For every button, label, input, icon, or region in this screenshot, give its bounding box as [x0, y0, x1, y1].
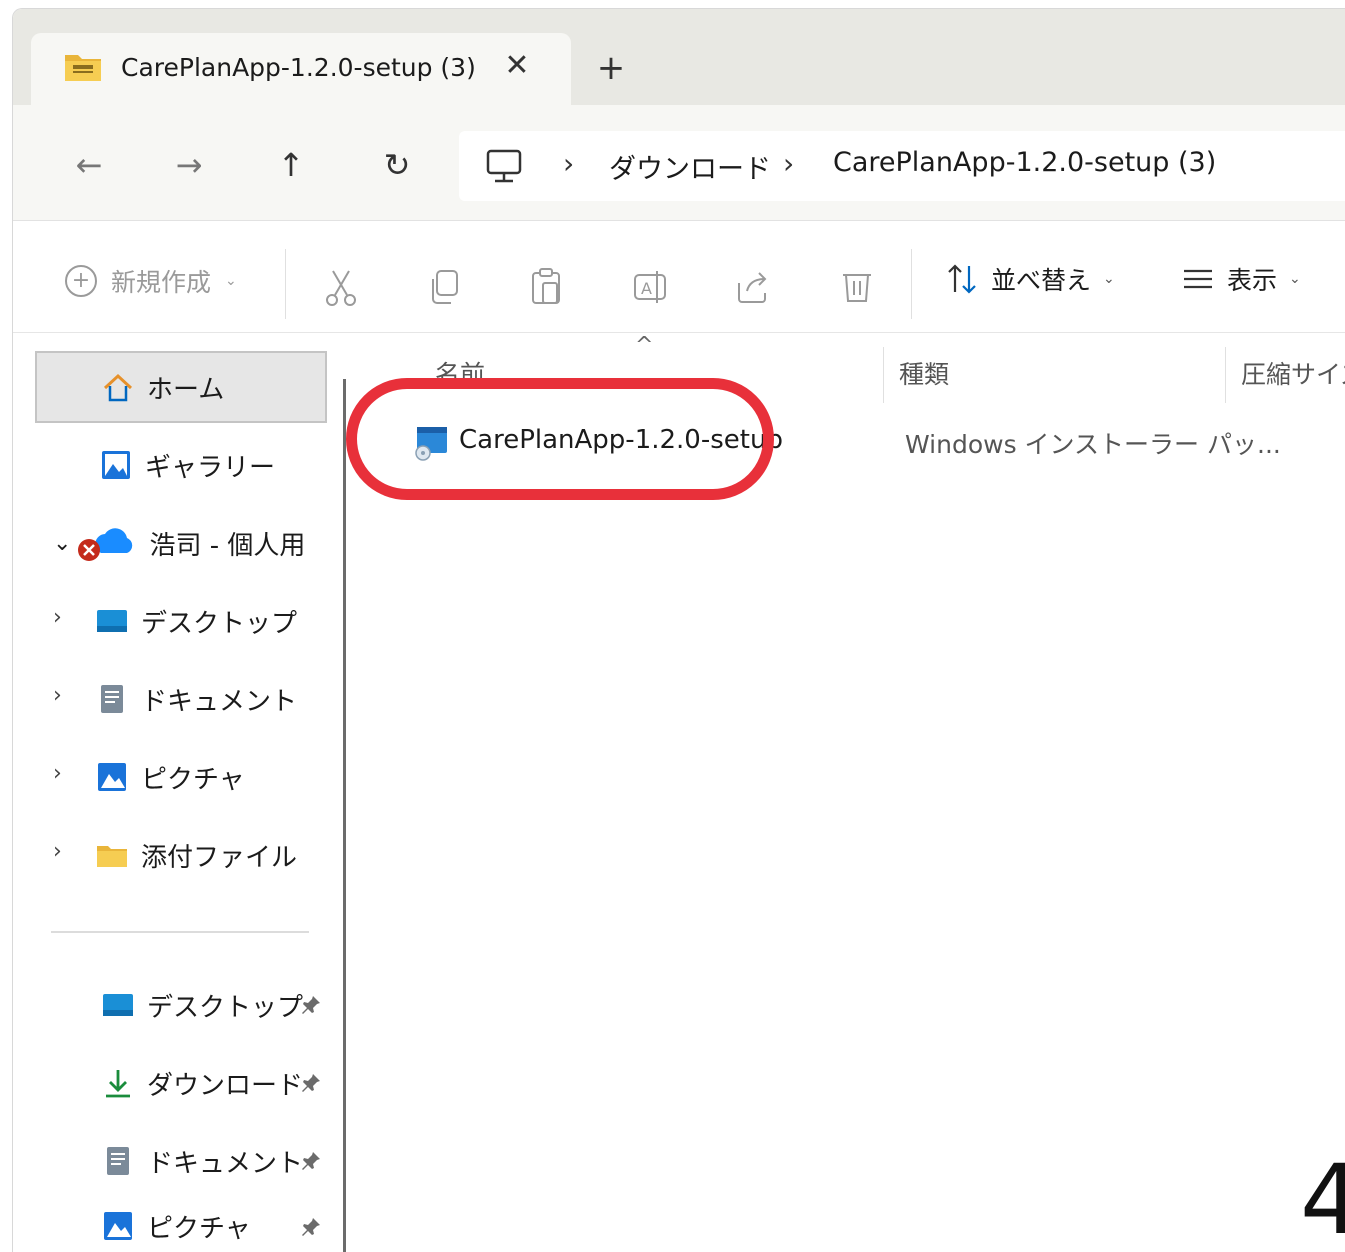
plus-circle-icon: + [65, 265, 97, 297]
gallery-icon [102, 451, 130, 479]
documents-icon [107, 1147, 129, 1175]
pictures-icon [104, 1212, 132, 1240]
quick-access-desktop[interactable]: デスクトップ [35, 969, 327, 1041]
sort-icon [948, 264, 976, 294]
pin-icon[interactable] [299, 1071, 323, 1095]
sidebar-item-documents[interactable]: › ドキュメント [35, 663, 327, 735]
this-pc-icon[interactable] [485, 149, 523, 185]
sort-button[interactable]: 並べ替え ⌄ [945, 261, 1115, 297]
sidebar-item-label: ホーム [147, 374, 225, 405]
quick-access-downloads[interactable]: ダウンロード [35, 1047, 327, 1119]
quick-access-pictures[interactable]: ピクチャ [35, 1199, 327, 1252]
sidebar-item-label: 浩司 - 個人用 [149, 530, 306, 561]
view-button[interactable]: 表示 ⌄ [1181, 261, 1301, 297]
new-tab-button[interactable]: + [591, 45, 631, 91]
sidebar-item-label: 添付ファイル [141, 842, 298, 873]
file-explorer-window: CarePlanApp-1.2.0-setup (3) ✕ + ← → ↑ ↻ … [12, 8, 1345, 1252]
home-icon [103, 373, 133, 402]
pin-icon[interactable] [299, 993, 323, 1017]
rename-icon[interactable]: A [629, 265, 673, 309]
file-row[interactable]: CarePlanApp-1.2.0-setup Windows インストーラー … [357, 411, 1345, 475]
sidebar-item-pictures[interactable]: › ピクチャ [35, 741, 327, 813]
breadcrumb-separator: › [783, 147, 795, 180]
desktop-folder-icon [97, 610, 127, 632]
copy-icon[interactable] [423, 265, 467, 309]
sidebar-item-label: ドキュメント [141, 686, 298, 717]
breadcrumb-current-folder[interactable]: CarePlanApp-1.2.0-setup (3) [833, 147, 1216, 178]
file-name[interactable]: CarePlanApp-1.2.0-setup [459, 425, 783, 455]
share-icon[interactable] [731, 265, 775, 309]
refresh-icon[interactable]: ↻ [373, 141, 421, 189]
divider [911, 249, 912, 319]
command-bar: + 新規作成 ⌄ A 並べ替え ⌄ 表示 ⌄ [13, 221, 1345, 333]
up-arrow-icon[interactable]: ↑ [267, 141, 315, 189]
onedrive-error-icon [78, 528, 133, 561]
cut-icon[interactable] [319, 265, 363, 309]
sidebar-divider [51, 931, 309, 933]
chevron-right-icon[interactable]: › [53, 605, 62, 630]
pane-splitter[interactable] [343, 379, 346, 1252]
forward-arrow-icon[interactable]: → [165, 141, 213, 189]
column-divider[interactable] [1225, 347, 1226, 403]
column-header-compressed-size[interactable]: 圧縮サイズ [1241, 355, 1345, 391]
chevron-down-icon: ⌄ [1103, 271, 1115, 287]
download-arrow-icon [106, 1070, 130, 1098]
column-divider[interactable] [883, 347, 884, 403]
new-button[interactable]: + 新規作成 ⌄ [65, 263, 237, 299]
sidebar-item-label: ダウンロード [147, 1070, 304, 1101]
sidebar-item-label: ピクチャ [147, 1213, 251, 1244]
quick-access-documents[interactable]: ドキュメント [35, 1125, 327, 1197]
new-label: 新規作成 [111, 268, 212, 297]
tab-title: CarePlanApp-1.2.0-setup (3) [121, 53, 476, 82]
view-label: 表示 [1227, 266, 1278, 295]
sidebar-item-gallery[interactable]: ギャラリー [35, 429, 327, 501]
close-icon[interactable]: ✕ [499, 45, 535, 85]
chevron-right-icon[interactable]: › [53, 683, 62, 708]
back-arrow-icon[interactable]: ← [65, 141, 113, 189]
divider [285, 249, 286, 319]
tab-careplanapp[interactable]: CarePlanApp-1.2.0-setup (3) ✕ [31, 33, 571, 105]
sidebar-item-label: ギャラリー [145, 452, 276, 483]
column-header-type[interactable]: 種類 [899, 355, 949, 391]
chevron-down-icon: ⌄ [225, 273, 237, 289]
sort-label: 並べ替え [991, 266, 1092, 295]
address-bar[interactable]: › ダウンロード › CarePlanApp-1.2.0-setup (3) [459, 131, 1345, 201]
sidebar-item-label: デスクトップ [141, 608, 298, 639]
breadcrumb-separator: › [563, 147, 575, 180]
zip-folder-icon [65, 55, 101, 81]
sidebar-item-label: デスクトップ [147, 992, 304, 1023]
title-bar: CarePlanApp-1.2.0-setup (3) ✕ + [13, 9, 1345, 105]
pin-icon[interactable] [299, 1215, 323, 1239]
file-type: Windows インストーラー パッ... [905, 430, 1281, 459]
file-list: ^ 名前 種類 圧縮サイズ CarePlanApp-1.2.0-setup Wi… [349, 333, 1345, 1252]
navigation-pane: ホーム ギャラリー ⌄ 浩司 - 個人用 › デスクトップ › ドキュメント ›… [13, 333, 343, 1252]
installer-package-icon [415, 427, 447, 461]
view-lines-icon [1184, 269, 1212, 289]
sidebar-item-desktop[interactable]: › デスクトップ [35, 585, 327, 657]
documents-icon [101, 685, 123, 713]
sidebar-item-onedrive[interactable]: ⌄ 浩司 - 個人用 [35, 507, 327, 579]
chevron-right-icon[interactable]: › [53, 839, 62, 864]
column-header-name[interactable]: 名前 [435, 355, 485, 391]
delete-icon[interactable] [835, 265, 879, 309]
sidebar-item-home[interactable]: ホーム [35, 351, 327, 423]
paste-icon[interactable] [525, 265, 569, 309]
navigation-bar: ← → ↑ ↻ › ダウンロード › CarePlanApp-1.2.0-set… [13, 105, 1345, 221]
sidebar-item-label: ドキュメント [147, 1148, 304, 1179]
sort-ascending-icon: ^ [635, 333, 654, 358]
step-number: 4 [1300, 1144, 1345, 1252]
breadcrumb-downloads[interactable]: ダウンロード [609, 147, 771, 186]
pictures-icon [98, 763, 126, 791]
desktop-folder-icon [103, 994, 133, 1016]
expanded-chevron-icon[interactable]: ⌄ [53, 531, 71, 556]
svg-text:A: A [641, 279, 652, 298]
pin-icon[interactable] [299, 1149, 323, 1173]
sidebar-item-label: ピクチャ [141, 764, 245, 795]
chevron-right-icon[interactable]: › [53, 761, 62, 786]
folder-icon [97, 846, 127, 867]
sidebar-item-attachments[interactable]: › 添付ファイル [35, 819, 327, 891]
chevron-down-icon: ⌄ [1289, 271, 1301, 287]
